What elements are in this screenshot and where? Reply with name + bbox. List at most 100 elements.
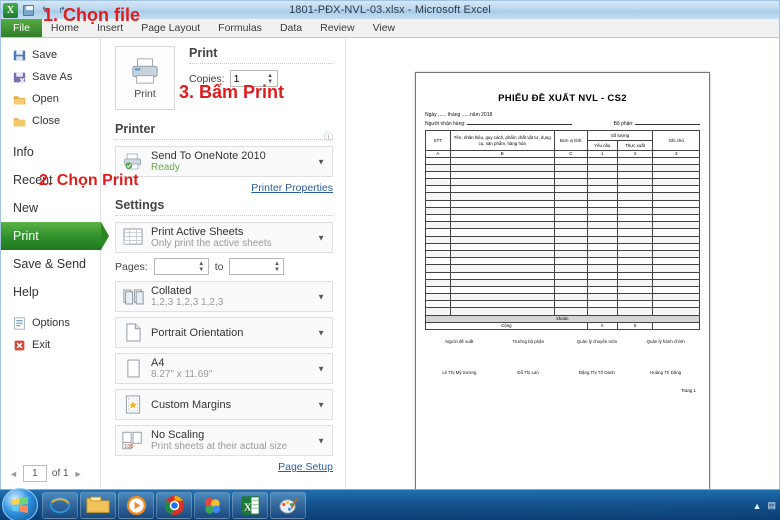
table-cell [652, 300, 700, 309]
chevron-down-icon[interactable]: ▼ [317, 292, 325, 301]
table-cell [586, 178, 618, 187]
table-cell [616, 228, 654, 237]
sidebar-item-save-and-send[interactable]: Save & Send [1, 250, 100, 278]
sidebar-item-close[interactable]: Close [1, 110, 100, 132]
chevron-down-icon[interactable]: ▼ [317, 436, 325, 445]
th-qty-request: Yêu cầu [586, 140, 618, 151]
next-page-button[interactable]: ► [74, 469, 83, 479]
sidebar-item-options[interactable]: Options [1, 312, 100, 334]
table-cell [586, 242, 618, 251]
printer-icon [132, 57, 158, 84]
sidebar-item-save[interactable]: Save [1, 44, 100, 66]
tab-review[interactable]: Review [311, 19, 363, 37]
prev-page-button[interactable]: ◄ [9, 469, 18, 479]
pages-to-input[interactable] [230, 260, 265, 273]
table-cell [652, 213, 700, 223]
pages-range-row: Pages: ▲ ▼ to ▲ ▼ [115, 258, 333, 275]
tab-formulas[interactable]: Formulas [209, 19, 271, 37]
table-cell [553, 206, 588, 216]
table-cell [449, 307, 555, 316]
table-cell [449, 285, 555, 295]
table-cell [449, 221, 555, 230]
sidebar-item-print[interactable]: Print [1, 222, 109, 250]
table-cell [553, 192, 588, 201]
table-cell [652, 235, 700, 244]
chrome-icon [164, 495, 184, 515]
pages-from-stepper[interactable]: ▲ ▼ [153, 258, 209, 275]
sidebar-item-new[interactable]: New [1, 194, 100, 222]
sidebar-item-info[interactable]: Info [1, 138, 100, 166]
table-cell [553, 228, 588, 237]
table-cell [616, 199, 654, 208]
taskbar-google-chrome[interactable] [156, 491, 192, 519]
table-cell [652, 307, 700, 316]
sidebar-item-help[interactable]: Help [1, 278, 100, 306]
tray-network-icon[interactable]: ▤ [767, 500, 776, 511]
pages-from-input[interactable] [154, 260, 189, 273]
table-cell [449, 235, 555, 244]
chevron-down-icon[interactable]: ▼ [317, 328, 325, 337]
table-cell [616, 249, 654, 259]
table-cell [425, 170, 451, 180]
receiver-blank [466, 124, 572, 125]
scaling-select[interactable]: 100 No Scaling Print sheets at their act… [115, 425, 333, 456]
table-cell [586, 264, 618, 273]
taskbar-excel[interactable]: X [232, 491, 268, 519]
collation-select[interactable]: Collated 1,2,3 1,2,3 1,2,3 ▼ [115, 281, 333, 312]
document-table: STT Tên, nhãn hiệu, quy cách, phẩm chất … [425, 130, 700, 330]
tab-page-layout[interactable]: Page Layout [132, 19, 209, 37]
printer-select[interactable]: Send To OneNote 2010 Ready ▼ [115, 146, 333, 177]
print-button[interactable]: Print [115, 46, 175, 110]
svg-text:e: e [56, 501, 61, 513]
table-cell [425, 199, 451, 208]
table-cell [586, 278, 618, 287]
pages-to-arrows[interactable]: ▲ ▼ [271, 259, 282, 274]
start-button[interactable] [2, 488, 38, 520]
pages-from-arrows[interactable]: ▲ ▼ [196, 259, 207, 274]
table-cell [425, 307, 451, 316]
chevron-down-icon[interactable]: ▼ [317, 157, 325, 166]
media-player-icon [126, 495, 146, 515]
sidebar-label-open: Open [32, 93, 59, 105]
table-cell [449, 264, 555, 273]
chevron-down-icon[interactable]: ▼ [317, 400, 325, 409]
table-cell [553, 285, 588, 295]
close-folder-icon [13, 117, 26, 126]
taskbar-windows-explorer[interactable] [80, 491, 116, 519]
table-cell [425, 257, 451, 266]
tray-show-hidden-icon[interactable]: ▲ [753, 501, 762, 511]
document-page: PHIẾU ĐỀ XUẤT NVL - CS2 Ngày ...... thán… [415, 72, 710, 490]
print-range-select[interactable]: Print Active Sheets Only print the activ… [115, 222, 333, 253]
paper-size-select[interactable]: A4 8.27" x 11.69" ▼ [115, 353, 333, 384]
total-issued: 0 [616, 321, 654, 330]
printer-small-icon [122, 151, 144, 173]
signature-titles: Người đề xuất Trưởng bộ phận Quản lý chu… [425, 339, 700, 344]
taskbar-internet-explorer[interactable]: e [42, 491, 78, 519]
tab-file[interactable]: File [1, 19, 42, 37]
tab-view[interactable]: View [364, 19, 405, 37]
printer-status: Ready [151, 162, 180, 173]
taskbar-app-colorful[interactable] [194, 491, 230, 519]
chevron-down-icon[interactable]: ▼ [317, 364, 325, 373]
tab-data[interactable]: Data [271, 19, 311, 37]
sidebar-item-save-as[interactable]: Save As [1, 66, 100, 88]
pages-to-stepper[interactable]: ▲ ▼ [229, 258, 285, 275]
table-cell [616, 206, 654, 216]
table-cell [586, 307, 618, 316]
info-icon[interactable]: ⓘ [324, 130, 333, 143]
sidebar-item-exit[interactable]: Exit [1, 334, 100, 356]
table-row [425, 300, 700, 309]
table-cell [652, 192, 700, 201]
sidebar-item-open[interactable]: Open [1, 88, 100, 110]
orientation-select[interactable]: Portrait Orientation ▼ [115, 317, 333, 348]
table-cell [616, 156, 654, 165]
taskbar-paint[interactable] [270, 491, 306, 519]
taskbar-media-player[interactable] [118, 491, 154, 519]
printer-properties-link[interactable]: Printer Properties [251, 182, 333, 194]
divider-settings [115, 215, 333, 216]
paper-icon [122, 358, 144, 380]
chevron-down-icon[interactable]: ▼ [317, 233, 325, 242]
table-head: STT Tên, nhãn hiệu, quy cách, phẩm chất … [425, 130, 700, 158]
page-number-input[interactable]: 1 [22, 465, 47, 482]
margins-select[interactable]: Custom Margins ▼ [115, 389, 333, 420]
